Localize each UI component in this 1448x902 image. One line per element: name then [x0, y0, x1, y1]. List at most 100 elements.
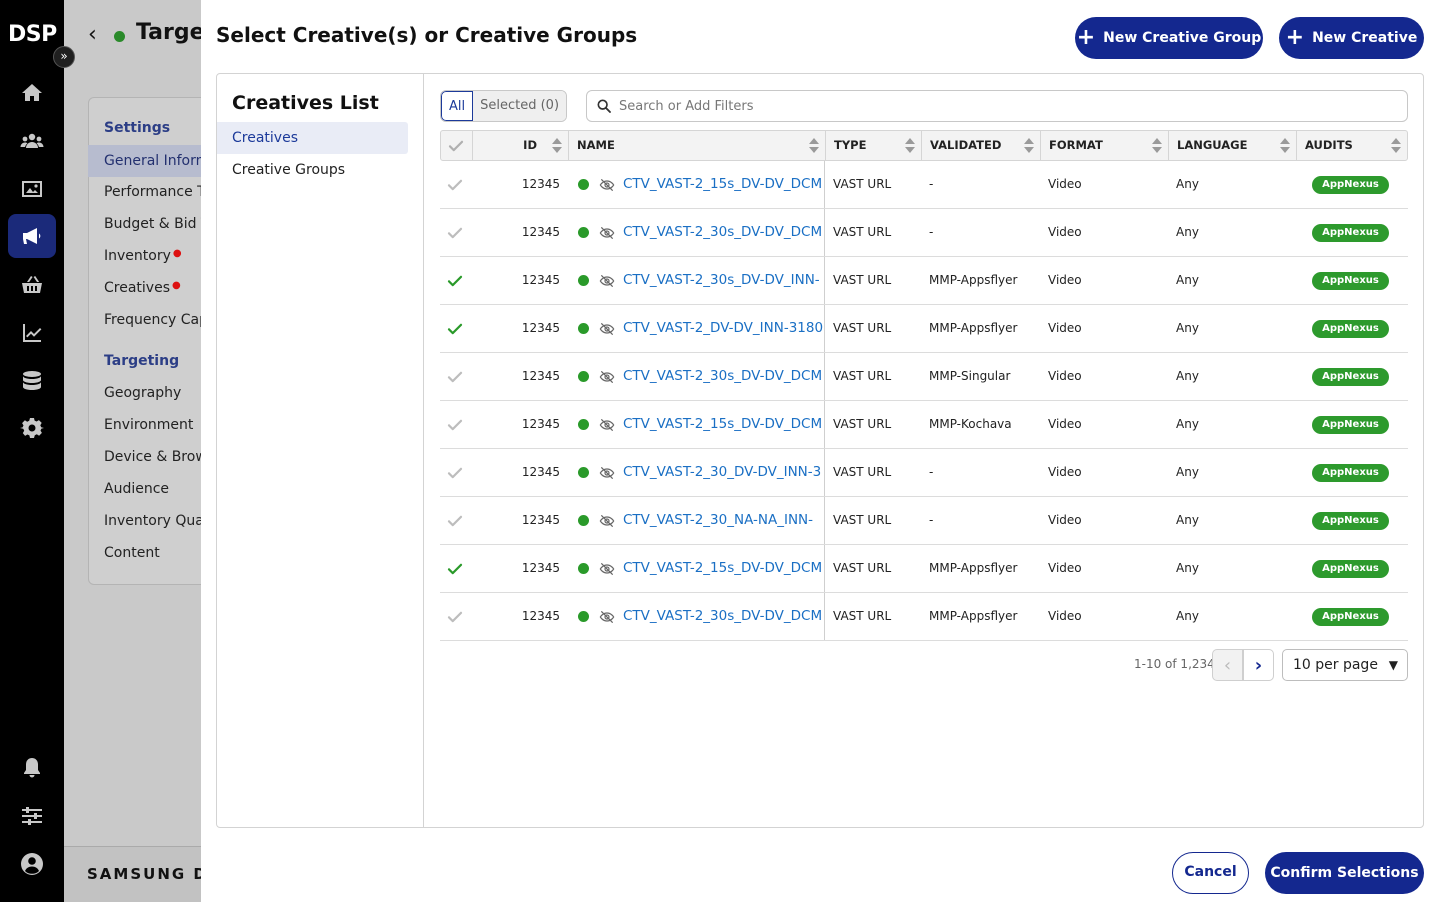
creative-name-link[interactable]: CTV_VAST-2_30s_DV-DV_DCM — [623, 224, 822, 240]
table-row[interactable]: 12345 CTV_VAST-2_DV-DV_INN-3180 VAST URL MM… — [440, 305, 1408, 353]
eye-off-icon[interactable] — [599, 561, 615, 577]
filter-selected-tab[interactable]: Selected (0) — [473, 91, 567, 121]
eye-off-icon[interactable] — [599, 513, 615, 529]
column-audits[interactable]: AUDITS — [1296, 131, 1407, 160]
column-format[interactable]: FORMAT — [1040, 131, 1168, 160]
table-row[interactable]: 12345 CTV_VAST-2_30s_DV-DV_DCM VAST URL MMP… — [440, 353, 1408, 401]
row-checkbox[interactable] — [440, 449, 471, 496]
row-checkbox[interactable] — [440, 305, 471, 352]
sliders-icon[interactable] — [8, 794, 56, 838]
cell-format: Video — [1048, 465, 1082, 479]
column-id[interactable]: ID — [472, 131, 568, 160]
eye-off-icon[interactable] — [599, 177, 615, 193]
nav-item-label: Creatives — [104, 280, 170, 296]
column-validated[interactable]: VALIDATED — [921, 131, 1040, 160]
eye-off-icon[interactable] — [599, 465, 615, 481]
table-row[interactable]: 12345 CTV_VAST-2_30s_DV-DV_DCM VAST URL - Vi… — [440, 209, 1408, 257]
creative-name-link[interactable]: CTV_VAST-2_30s_DV-DV_INN- — [623, 272, 820, 288]
filter-all-tab[interactable]: All — [441, 91, 474, 121]
new-creative-group-button[interactable]: + New Creative Group — [1075, 17, 1263, 59]
expand-nav-button[interactable]: » — [53, 46, 75, 68]
home-icon[interactable] — [8, 71, 56, 115]
table-row[interactable]: 12345 CTV_VAST-2_30_NA-NA_INN- VAST URL - Vi… — [440, 497, 1408, 545]
select-creatives-modal: Select Creative(s) or Creative Groups + … — [201, 0, 1448, 902]
table-row[interactable]: 12345 CTV_VAST-2_15s_DV-DV_DCM VAST URL - Vi… — [440, 161, 1408, 209]
per-page-select[interactable]: 10 per page ▼ — [1282, 649, 1408, 681]
creative-name-link[interactable]: CTV_VAST-2_30_DV-DV_INN-3 — [623, 464, 821, 480]
check-icon — [447, 515, 463, 527]
search-input[interactable] — [619, 98, 1379, 114]
row-checkbox[interactable] — [440, 497, 471, 544]
cell-id: 12345 — [521, 561, 560, 575]
sort-icon — [809, 138, 819, 154]
audit-badge: AppNexus — [1312, 271, 1389, 290]
gear-icon[interactable] — [8, 406, 56, 450]
eye-off-icon[interactable] — [599, 369, 615, 385]
creatives-content: All Selected (0) ID NAME TYPE VALIDATED … — [440, 74, 1408, 827]
column-language[interactable]: LANGUAGE — [1168, 131, 1296, 160]
prev-page-button[interactable]: ‹ — [1212, 649, 1243, 681]
status-dot — [578, 179, 589, 190]
sort-icon — [1152, 138, 1162, 154]
table-row[interactable]: 12345 CTV_VAST-2_15s_DV-DV_DCM VAST URL MMP… — [440, 545, 1408, 593]
creative-name-link[interactable]: CTV_VAST-2_15s_DV-DV_DCM — [623, 560, 822, 576]
row-checkbox[interactable] — [440, 593, 471, 640]
creative-name-link[interactable]: CTV_VAST-2_30s_DV-DV_DCM — [623, 368, 822, 384]
sidebar-item-creative-groups[interactable]: Creative Groups — [217, 154, 408, 186]
basket-icon[interactable] — [8, 263, 56, 307]
row-checkbox[interactable] — [440, 257, 471, 304]
eye-off-icon[interactable] — [599, 609, 615, 625]
eye-off-icon[interactable] — [599, 273, 615, 289]
bell-icon[interactable] — [8, 746, 56, 790]
table-row[interactable]: 12345 CTV_VAST-2_30s_DV-DV_DCM VAST URL MMP… — [440, 593, 1408, 641]
creative-name-link[interactable]: CTV_VAST-2_30_NA-NA_INN- — [623, 512, 813, 528]
column-name[interactable]: NAME — [568, 131, 825, 160]
cell-format: Video — [1048, 609, 1082, 623]
chevron-right-icon: › — [1254, 654, 1263, 676]
status-dot — [578, 611, 589, 622]
cell-format: Video — [1048, 417, 1082, 431]
next-page-button[interactable]: › — [1243, 649, 1274, 681]
row-checkbox[interactable] — [440, 161, 471, 208]
row-checkbox[interactable] — [440, 209, 471, 256]
chart-icon[interactable] — [8, 311, 56, 355]
eye-off-icon[interactable] — [599, 225, 615, 241]
user-icon[interactable] — [8, 842, 56, 886]
cell-audits: AppNexus — [1295, 497, 1406, 544]
cell-name: CTV_VAST-2_15s_DV-DV_DCM — [567, 161, 825, 208]
image-icon[interactable] — [8, 167, 56, 211]
column-type[interactable]: TYPE — [825, 131, 921, 160]
eye-off-icon[interactable] — [599, 417, 615, 433]
users-icon[interactable] — [8, 119, 56, 163]
creative-name-link[interactable]: CTV_VAST-2_15s_DV-DV_DCM — [623, 176, 822, 192]
creative-name-link[interactable]: CTV_VAST-2_30s_DV-DV_DCM — [623, 608, 822, 624]
creative-name-link[interactable]: CTV_VAST-2_DV-DV_INN-3180 — [623, 320, 823, 336]
eye-off-icon[interactable] — [599, 321, 615, 337]
database-icon[interactable] — [8, 359, 56, 403]
cell-language: Any — [1176, 561, 1199, 575]
creative-name-link[interactable]: CTV_VAST-2_15s_DV-DV_DCM — [623, 416, 822, 432]
cell-validated: MMP-Appsflyer — [929, 321, 1018, 335]
sort-icon — [1391, 138, 1401, 154]
cell-audits: AppNexus — [1295, 545, 1406, 592]
table-row[interactable]: 12345 CTV_VAST-2_30s_DV-DV_INN- VAST URL MM… — [440, 257, 1408, 305]
row-checkbox[interactable] — [440, 353, 471, 400]
audit-badge: AppNexus — [1312, 415, 1389, 434]
select-all-checkbox[interactable] — [441, 131, 472, 160]
cell-language: Any — [1176, 273, 1199, 287]
pagination-summary: 1-10 of 1,234 — [1134, 657, 1215, 671]
chevron-down-icon: ▼ — [1388, 658, 1398, 672]
new-creative-button[interactable]: + New Creative — [1279, 17, 1424, 59]
cancel-button[interactable]: Cancel — [1172, 852, 1249, 894]
column-label: TYPE — [834, 138, 867, 152]
nav-item-inventory: Inventory ● — [104, 248, 182, 264]
table-row[interactable]: 12345 CTV_VAST-2_15s_DV-DV_DCM VAST URL MMP… — [440, 401, 1408, 449]
table-row[interactable]: 12345 CTV_VAST-2_30_DV-DV_INN-3 VAST URL - V… — [440, 449, 1408, 497]
confirm-selections-button[interactable]: Confirm Selections — [1265, 852, 1424, 894]
row-checkbox[interactable] — [440, 545, 471, 592]
sidebar-item-creatives[interactable]: Creatives — [217, 122, 408, 154]
megaphone-icon[interactable] — [8, 214, 56, 258]
cell-type: VAST URL — [833, 513, 892, 527]
new-creative-group-label: New Creative Group — [1103, 30, 1262, 46]
row-checkbox[interactable] — [440, 401, 471, 448]
